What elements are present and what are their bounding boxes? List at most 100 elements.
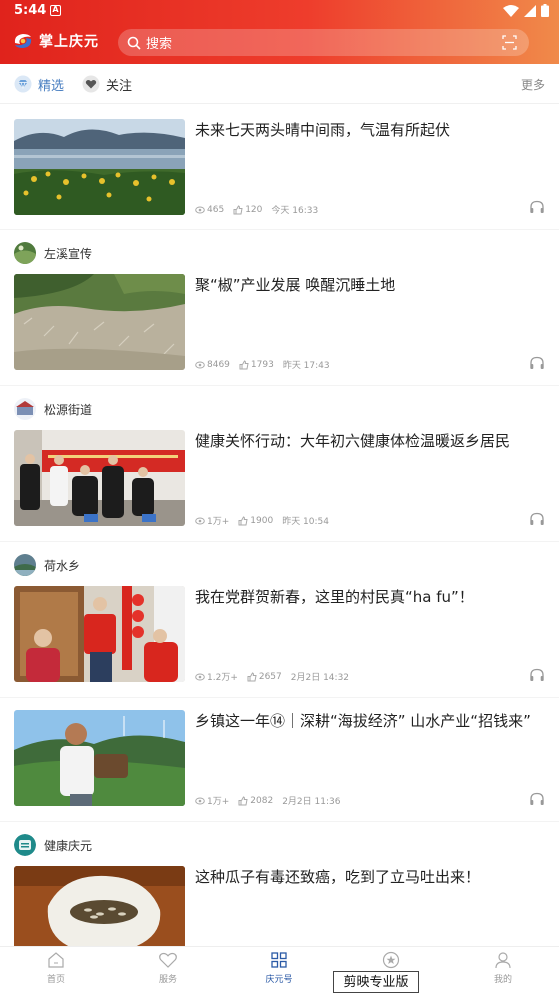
news-meta: 8469 1793 昨天 17:43 [195, 358, 330, 371]
search-bar[interactable]: 搜索 [118, 29, 529, 56]
grid-icon [271, 952, 287, 968]
signal-icon [524, 4, 536, 17]
news-source[interactable]: 荷水乡 [14, 554, 80, 576]
view-count: 8469 [207, 359, 230, 370]
thumbs-up-icon [239, 359, 249, 370]
nav-service[interactable]: 服务 [138, 951, 198, 985]
news-title[interactable]: 乡镇这一年⑭｜深耕“海拔经济” 山水产业“招钱来” [195, 710, 545, 732]
app-title: 掌上庆元 [39, 34, 99, 50]
home-icon [48, 952, 64, 968]
diamond-icon [14, 75, 32, 93]
news-meta: 1万+ 1900 昨天 10:54 [195, 514, 329, 527]
nav-mine-label: 我的 [493, 975, 512, 985]
nav-service-label: 服务 [158, 975, 177, 985]
news-thumbnail-seeds [14, 866, 185, 946]
tab-featured[interactable]: 精选 [14, 64, 64, 104]
bottom-navigation: 首页 服务 庆元号 我的 [0, 946, 559, 993]
source-avatar [14, 554, 36, 576]
publish-time: 今天 16:33 [271, 206, 319, 216]
like-count: 1793 [250, 359, 274, 370]
source-name: 左溪宣传 [44, 246, 93, 261]
news-feed: 未来七天两头晴中间雨，气温有所起伏 465 120 今天 16:33 左溪宣传 [0, 104, 559, 946]
thumbs-up-icon [247, 671, 257, 682]
nav-qingyuan-hao-label: 庆元号 [265, 975, 293, 985]
user-icon [495, 952, 511, 969]
news-title[interactable]: 未来七天两头晴中间雨，气温有所起伏 [195, 119, 545, 141]
view-count: 1.2万+ [207, 673, 238, 683]
publish-time: 昨天 17:43 [282, 361, 330, 371]
source-avatar [14, 242, 36, 264]
source-name: 荷水乡 [44, 558, 81, 573]
news-meta: 1.2万+ 2657 2月2日 14:32 [195, 670, 349, 683]
like-count: 1900 [250, 515, 274, 526]
publish-time: 2月2日 14:32 [290, 673, 350, 683]
news-source[interactable]: 左溪宣传 [14, 242, 92, 264]
news-title[interactable]: 这种瓜子有毒还致癌，吃到了立马吐出来！ [195, 866, 545, 888]
status-icons [503, 4, 549, 17]
like-count: 2657 [258, 671, 282, 682]
tab-featured-label: 精选 [38, 78, 65, 94]
news-thumbnail-couplets [14, 586, 185, 682]
headphone-icon[interactable] [529, 668, 545, 682]
news-meta: 1万+ 2082 2月2日 11:36 [195, 794, 340, 807]
search-placeholder: 搜索 [146, 37, 173, 52]
heart-badge-icon [82, 75, 100, 93]
nav-star[interactable] [361, 951, 421, 972]
headphone-icon[interactable] [529, 200, 545, 214]
headphone-icon[interactable] [529, 512, 545, 526]
thumbs-up-icon [233, 204, 243, 215]
news-title[interactable]: 我在党群贺新春，这里的村民真“ha fu”！ [195, 586, 545, 608]
news-meta: 465 120 今天 16:33 [195, 203, 318, 216]
nav-qingyuan-hao[interactable]: 庆元号 [249, 951, 309, 985]
like-count: 120 [245, 204, 263, 215]
more-link[interactable]: 更多 [521, 76, 545, 93]
nav-home-label: 首页 [46, 975, 65, 985]
heart-icon [159, 952, 177, 968]
divider [0, 385, 559, 386]
news-thumbnail-lake [14, 119, 185, 215]
headphone-icon[interactable] [529, 792, 545, 806]
source-name: 健康庆元 [44, 838, 93, 853]
battery-icon [541, 4, 549, 17]
scan-icon[interactable] [502, 35, 517, 50]
eye-icon [195, 361, 205, 369]
status-time: 5:44 [14, 3, 47, 18]
eye-icon [195, 517, 205, 525]
nav-home[interactable]: 首页 [26, 951, 86, 985]
publish-time: 2月2日 11:36 [282, 797, 341, 807]
divider [0, 229, 559, 230]
news-source[interactable]: 健康庆元 [14, 834, 92, 856]
tab-following[interactable]: 关注 [82, 64, 132, 104]
status-bar: 5:44 A [0, 0, 559, 24]
news-thumbnail-health-check [14, 430, 185, 526]
source-avatar [14, 834, 36, 856]
star-icon [382, 951, 400, 969]
wifi-icon [503, 4, 519, 17]
news-title[interactable]: 健康关怀行动：大年初六健康体检温暖返乡居民 [195, 430, 545, 452]
eye-icon [195, 673, 205, 681]
eye-icon [195, 797, 205, 805]
eye-icon [195, 206, 205, 214]
news-thumbnail-mountain-farmer [14, 710, 185, 806]
app-header: 5:44 A 掌上庆元 搜索 [0, 0, 559, 64]
divider [0, 821, 559, 822]
headphone-icon[interactable] [529, 356, 545, 370]
source-avatar [14, 398, 36, 420]
thumbs-up-icon [238, 515, 248, 526]
channel-tabs: 精选 关注 更多 [0, 64, 559, 104]
view-count: 1万+ [207, 797, 230, 807]
logo-icon [14, 34, 32, 48]
nav-mine[interactable]: 我的 [473, 951, 533, 985]
search-icon [127, 36, 141, 50]
divider [0, 697, 559, 698]
app-logo[interactable]: 掌上庆元 [12, 30, 99, 52]
thumbs-up-icon [238, 795, 248, 806]
source-name: 松源街道 [44, 402, 93, 417]
view-count: 1万+ [207, 517, 230, 527]
publish-time: 昨天 10:54 [282, 517, 329, 527]
news-title[interactable]: 聚“椒”产业发展 唤醒沉睡土地 [195, 274, 545, 296]
news-source[interactable]: 松源街道 [14, 398, 92, 420]
view-count: 465 [207, 204, 225, 215]
like-count: 2082 [250, 795, 274, 806]
news-thumbnail-farmland [14, 274, 185, 370]
